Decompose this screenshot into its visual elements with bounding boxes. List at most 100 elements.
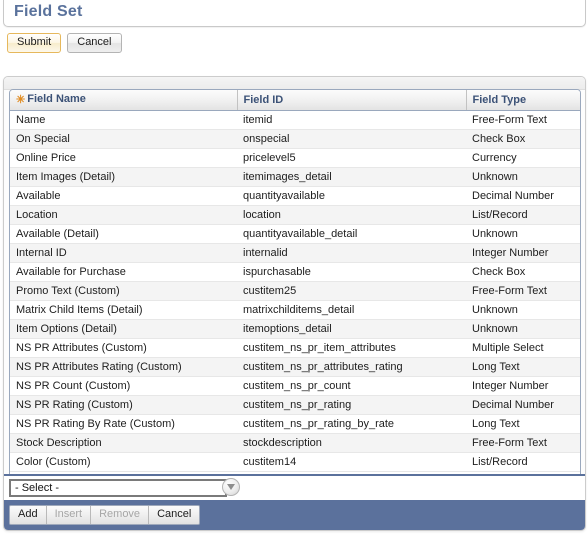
cell-field_name: Item Images (Detail)	[10, 167, 237, 187]
cancel-row-button[interactable]: Cancel	[149, 506, 200, 524]
cell-field_type: Free-Form Text	[466, 281, 580, 301]
table-row[interactable]: Available (Detail) quantityavailable_deta…	[10, 224, 580, 244]
insert-row-button: Insert	[46, 506, 92, 524]
table-row[interactable]: Color (Custom) custitem14 List/Record	[10, 452, 580, 472]
cell-field_name: Matrix Child Items (Detail)	[10, 300, 237, 320]
cell-field_id: custitem_ns_pr_attributes_rating	[237, 357, 466, 377]
cell-field_name: NS PR Count (Custom)	[10, 376, 237, 396]
chevron-down-icon[interactable]	[222, 478, 240, 496]
table-row[interactable]: Name itemid Free-Form Text	[10, 110, 580, 130]
table-row[interactable]: Available quantityavailable Decimal Number	[10, 186, 580, 206]
cell-field_id: matrixchilditems_detail	[237, 300, 466, 320]
field-set-page: Field Set Submit Cancel ✳ Field Name Fiel…	[0, 0, 588, 541]
field-select-input[interactable]: - Select -	[9, 479, 227, 497]
cell-field_type: Long Text	[466, 414, 580, 434]
cell-field_id: stockdescription	[237, 433, 466, 453]
cell-field_id: quantityavailable_detail	[237, 224, 466, 244]
field-select-row: - Select -	[4, 474, 585, 500]
add-row-button[interactable]: Add	[10, 506, 47, 524]
cell-field_id: custitem_ns_pr_rating_by_rate	[237, 414, 466, 434]
cell-field_name: Available for Purchase	[10, 262, 237, 282]
cell-field_id: internalid	[237, 243, 466, 263]
table-row[interactable]: NS PR Attributes (Custom) custitem_ns_pr_…	[10, 338, 580, 358]
cell-field_id: custitem14	[237, 452, 466, 472]
table-row[interactable]: Available for Purchase ispurchasable Check…	[10, 262, 580, 282]
page-title: Field Set	[14, 3, 83, 20]
cell-field_name: Available (Detail)	[10, 224, 237, 244]
cell-field_name: Promo Text (Custom)	[10, 281, 237, 301]
column-header-field-type[interactable]: Field Type	[466, 90, 580, 111]
table-row[interactable]: Matrix Child Items (Detail) matrixchildit…	[10, 300, 580, 320]
table-row[interactable]: NS PR Count (Custom) custitem_ns_pr_count…	[10, 376, 580, 396]
table-row[interactable]: Online Price pricelevel5 Currency	[10, 148, 580, 168]
cell-field_id: itemimages_detail	[237, 167, 466, 187]
table-row[interactable]: Item Options (Detail) itemoptions_detail U…	[10, 319, 580, 339]
cell-field_type: Unknown	[466, 224, 580, 244]
column-header-field-name-label: Field Name	[27, 93, 86, 106]
cell-field_type: Unknown	[466, 167, 580, 187]
field-table: ✳ Field Name Field ID Field Type Name item…	[10, 90, 580, 472]
cell-field_id: custitem_ns_pr_rating	[237, 395, 466, 415]
cell-field_name: Internal ID	[10, 243, 237, 263]
cell-field_id: ispurchasable	[237, 262, 466, 282]
table-header-row: ✳ Field Name Field ID Field Type	[10, 90, 580, 111]
cell-field_type: Long Text	[466, 357, 580, 377]
cell-field_id: itemoptions_detail	[237, 319, 466, 339]
cell-field_type: Unknown	[466, 300, 580, 320]
form-toolbar: Submit Cancel	[7, 33, 122, 53]
field-table-body: Name itemid Free-Form Text On Special onspec…	[10, 110, 580, 472]
table-row[interactable]: NS PR Rating (Custom) custitem_ns_pr_rati…	[10, 395, 580, 415]
cancel-button[interactable]: Cancel	[67, 33, 122, 53]
cell-field_type: List/Record	[466, 205, 580, 225]
table-row[interactable]: NS PR Attributes Rating (Custom) custitem…	[10, 357, 580, 377]
cell-field_name: Location	[10, 205, 237, 225]
cell-field_type: Unknown	[466, 319, 580, 339]
cell-field_id: pricelevel5	[237, 148, 466, 168]
cell-field_type: Free-Form Text	[466, 110, 580, 130]
cell-field_type: Check Box	[466, 129, 580, 149]
cell-field_type: Free-Form Text	[466, 433, 580, 453]
cell-field_type: Multiple Select	[466, 338, 580, 358]
cell-field_name: NS PR Rating (Custom)	[10, 395, 237, 415]
cell-field_id: custitem_ns_pr_item_attributes	[237, 338, 466, 358]
cell-field_id: onspecial	[237, 129, 466, 149]
cell-field_name: Available	[10, 186, 237, 206]
cell-field_name: NS PR Attributes (Custom)	[10, 338, 237, 358]
page-titlebar: Field Set	[3, 0, 586, 27]
table-row[interactable]: Internal ID internalid Integer Number	[10, 243, 580, 263]
cell-field_type: Check Box	[466, 262, 580, 282]
table-row[interactable]: Stock Description stockdescription Free-Fo…	[10, 433, 580, 453]
cell-field_id: location	[237, 205, 466, 225]
cell-field_type: Decimal Number	[466, 186, 580, 206]
column-header-field-id[interactable]: Field ID	[237, 90, 467, 111]
field-table-header: ✳ Field Name Field ID Field Type	[10, 90, 580, 111]
column-header-field-name[interactable]: ✳ Field Name	[10, 90, 238, 111]
cell-field_id: custitem25	[237, 281, 466, 301]
field-table-container: ✳ Field Name Field ID Field Type Name item…	[9, 89, 581, 527]
cell-field_type: Currency	[466, 148, 580, 168]
cell-field_id: quantityavailable	[237, 186, 466, 206]
table-row[interactable]: NS PR Rating By Rate (Custom) custitem_ns…	[10, 414, 580, 434]
cell-field_id: custitem_ns_pr_count	[237, 376, 466, 396]
table-row[interactable]: On Special onspecial Check Box	[10, 129, 580, 149]
cell-field_type: Decimal Number	[466, 395, 580, 415]
cell-field_name: On Special	[10, 129, 237, 149]
remove-row-button: Remove	[91, 506, 150, 524]
cell-field_name: Online Price	[10, 148, 237, 168]
field-select-value: - Select -	[15, 482, 60, 494]
submit-button[interactable]: Submit	[7, 33, 62, 53]
table-row[interactable]: Promo Text (Custom) custitem25 Free-Form T…	[10, 281, 580, 301]
row-action-buttons: Add Insert Remove Cancel	[9, 505, 201, 525]
table-row[interactable]: Item Images (Detail) itemimages_detail Unk…	[10, 167, 580, 187]
table-row[interactable]: Location location List/Record	[10, 205, 580, 225]
cell-field_name: Item Options (Detail)	[10, 319, 237, 339]
field-set-panel: ✳ Field Name Field ID Field Type Name item…	[3, 76, 586, 531]
cell-field_id: itemid	[237, 110, 466, 130]
required-asterisk-icon: ✳	[16, 94, 26, 107]
cell-field_name: Color (Custom)	[10, 452, 237, 472]
cell-field_type: List/Record	[466, 452, 580, 472]
cell-field_name: Name	[10, 110, 237, 130]
cell-field_name: Stock Description	[10, 433, 237, 453]
cell-field_type: Integer Number	[466, 243, 580, 263]
cell-field_name: NS PR Attributes Rating (Custom)	[10, 357, 237, 377]
